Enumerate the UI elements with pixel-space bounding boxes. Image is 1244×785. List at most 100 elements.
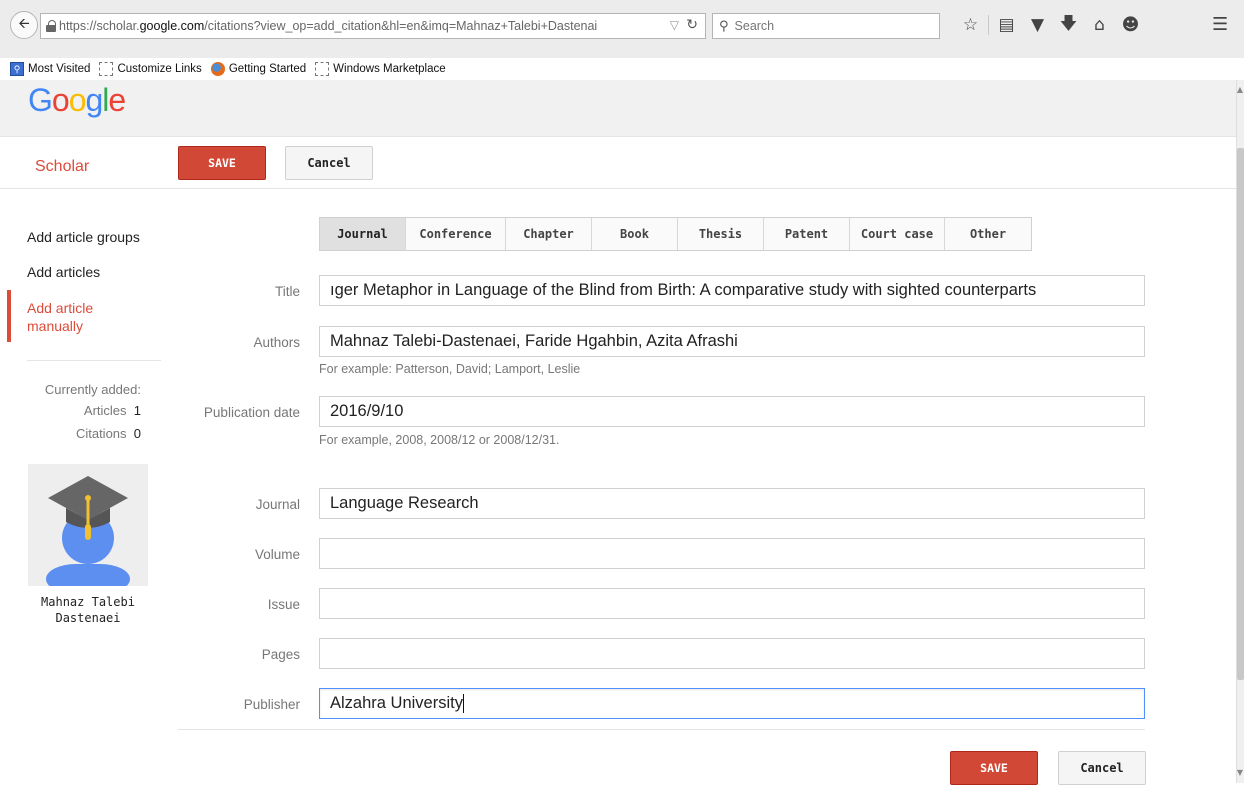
pages-field[interactable]: [319, 638, 1145, 669]
issue-field[interactable]: [319, 588, 1145, 619]
bookmark-label: Most Visited: [28, 63, 91, 75]
hamburger-menu-icon[interactable]: ☰: [1212, 14, 1228, 35]
toolbar-spacer: [0, 46, 1244, 58]
scrollbar-thumb[interactable]: [1237, 148, 1244, 680]
authors-field[interactable]: Mahnaz Talebi-Dastenaei, Faride Hgahbin,…: [319, 326, 1145, 357]
publication-date-field[interactable]: 2016/9/10: [319, 396, 1145, 427]
google-logo[interactable]: Google: [28, 82, 126, 119]
tab-court-case[interactable]: Court case: [850, 218, 945, 250]
toolbar-icons: ☆ ▤ ▼ 🡇 ⌂ ☻: [955, 12, 1146, 38]
chat-icon[interactable]: ☻: [1115, 15, 1146, 35]
form-divider: [178, 729, 1145, 730]
sidebar-divider: [27, 360, 161, 361]
search-icon: ⚲: [719, 18, 729, 34]
article-type-tabs: Journal Conference Chapter Book Thesis P…: [319, 217, 1032, 251]
toolbar-separator: [988, 15, 989, 35]
google-header: Google: [0, 80, 1236, 137]
back-arrow-icon: 🡨: [18, 16, 30, 32]
back-button[interactable]: 🡨: [10, 11, 38, 39]
currently-added-label: Currently added:: [44, 382, 141, 397]
bookmark-getting-started[interactable]: Getting Started: [210, 62, 307, 76]
scroll-up-icon[interactable]: ▲: [1236, 85, 1244, 97]
logo-letter: g: [85, 82, 103, 118]
title-value: ıger Metaphor in Language of the Blind f…: [330, 281, 1037, 299]
url-prefix: https://scholar.: [59, 19, 140, 33]
user-name-line: Mahnaz Talebi: [41, 595, 135, 609]
publisher-label: Publisher: [243, 697, 300, 712]
journal-label: Journal: [255, 497, 300, 512]
bookmark-star-icon[interactable]: ☆: [955, 15, 986, 35]
sidebar-item-add-article-groups[interactable]: Add article groups: [27, 229, 140, 245]
publication-date-label: Publication date: [203, 405, 300, 420]
save-button-bottom[interactable]: SAVE: [950, 751, 1038, 785]
browser-toolbar: 🡨 https://scholar.google.com/citations?v…: [0, 0, 1244, 46]
publisher-value: Alzahra University: [330, 694, 463, 712]
bookmarks-menu-icon[interactable]: ▤: [991, 15, 1022, 35]
publication-date-hint: For example, 2008, 2008/12 or 2008/12/31…: [319, 433, 560, 447]
avatar[interactable]: [28, 464, 148, 586]
tab-journal[interactable]: Journal: [320, 218, 406, 250]
citations-count: 0: [133, 426, 141, 441]
logo-letter: o: [51, 82, 70, 118]
text-caret: [462, 694, 464, 713]
bookmarks-bar: ⚲ Most Visited Customize Links Getting S…: [0, 58, 1244, 80]
issue-label: Issue: [267, 597, 300, 612]
volume-label: Volume: [254, 547, 300, 562]
save-button-top[interactable]: SAVE: [178, 146, 266, 180]
authors-label: Authors: [253, 335, 300, 350]
logo-letter: o: [68, 82, 87, 118]
title-label: Title: [274, 284, 300, 299]
authors-value: Mahnaz Talebi-Dastenaei, Faride Hgahbin,…: [330, 332, 738, 350]
tab-other[interactable]: Other: [945, 218, 1031, 250]
journal-value: Language Research: [330, 494, 479, 512]
publisher-field[interactable]: Alzahra University: [319, 688, 1145, 719]
bookmark-windows-marketplace[interactable]: Windows Marketplace: [315, 62, 446, 76]
pocket-icon[interactable]: ▼: [1022, 15, 1053, 35]
articles-label: Articles: [83, 403, 127, 418]
pages-label: Pages: [261, 647, 300, 662]
address-bar[interactable]: https://scholar.google.com/citations?vie…: [40, 13, 706, 39]
most-visited-icon: ⚲: [10, 62, 24, 76]
search-bar[interactable]: ⚲: [712, 13, 940, 39]
tab-book[interactable]: Book: [592, 218, 678, 250]
home-icon[interactable]: ⌂: [1084, 15, 1115, 35]
articles-stat: Articles 1: [0, 403, 141, 418]
tab-thesis[interactable]: Thesis: [678, 218, 764, 250]
graduate-avatar-icon: [46, 476, 130, 586]
citations-label: Citations: [75, 426, 127, 441]
tab-patent[interactable]: Patent: [764, 218, 850, 250]
title-field[interactable]: ıger Metaphor in Language of the Blind f…: [319, 275, 1145, 306]
tab-conference[interactable]: Conference: [406, 218, 506, 250]
tab-chapter[interactable]: Chapter: [506, 218, 592, 250]
page-icon: [315, 62, 330, 76]
bookmark-label: Windows Marketplace: [333, 63, 446, 75]
sidebar-item-add-articles[interactable]: Add articles: [27, 264, 100, 280]
search-input[interactable]: [734, 19, 915, 33]
bookmark-most-visited[interactable]: ⚲ Most Visited: [10, 62, 90, 76]
journal-field[interactable]: Language Research: [319, 488, 1145, 519]
action-bar: Scholar SAVE Cancel: [0, 137, 1236, 189]
bookmark-customize-links[interactable]: Customize Links: [99, 62, 202, 76]
publication-date-value: 2016/9/10: [330, 402, 404, 420]
cancel-button-bottom[interactable]: Cancel: [1058, 751, 1146, 785]
firefox-icon: [210, 62, 225, 76]
authors-hint: For example: Patterson, David; Lamport, …: [319, 362, 581, 376]
download-icon[interactable]: 🡇: [1053, 11, 1084, 40]
scroll-down-icon[interactable]: ▼: [1236, 768, 1244, 780]
bookmark-label: Getting Started: [228, 63, 307, 75]
url-path: /citations?view_op=add_citation&hl=en&im…: [204, 19, 598, 33]
sidebar-item-add-article-manually[interactable]: Add article manually: [27, 299, 93, 335]
user-name-line: Dastenaei: [55, 611, 121, 625]
scholar-label[interactable]: Scholar: [35, 158, 89, 176]
logo-letter: e: [108, 82, 126, 118]
history-dropdown-icon[interactable]: ▽: [670, 18, 679, 32]
cancel-button-top[interactable]: Cancel: [285, 146, 373, 180]
lock-icon: [46, 20, 56, 32]
volume-field[interactable]: [319, 538, 1145, 569]
reload-icon[interactable]: ↻: [686, 17, 698, 33]
page-icon: [99, 62, 114, 76]
sidebar-item-label: manually: [27, 318, 84, 334]
logo-letter: G: [28, 82, 53, 118]
user-name[interactable]: Mahnaz Talebi Dastenaei: [18, 594, 158, 626]
url-domain: google.com: [139, 19, 205, 33]
